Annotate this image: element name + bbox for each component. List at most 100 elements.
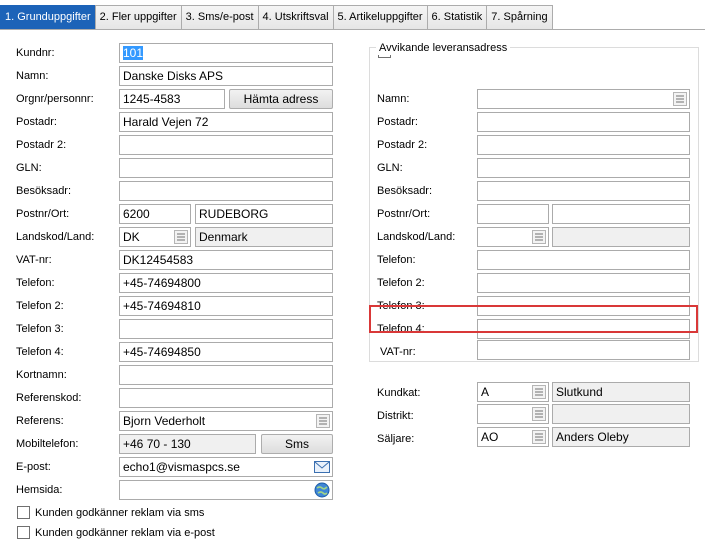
distrikt-input[interactable]	[477, 404, 549, 424]
tab-grunduppgifter[interactable]: 1. Grunduppgifter	[0, 5, 96, 29]
orgnr-input[interactable]: 1245-4583	[119, 89, 225, 109]
postadr-input[interactable]: Harald Vejen 72	[119, 112, 333, 132]
kortnamn-input[interactable]	[119, 365, 333, 385]
list-icon[interactable]	[532, 385, 546, 399]
delivery-namn-input[interactable]	[477, 89, 690, 109]
mobiltelefon-label: Mobiltelefon:	[16, 438, 79, 450]
reklam-epost-label: Kunden godkänner reklam via e-post	[35, 527, 215, 539]
sms-button[interactable]: Sms	[261, 434, 333, 454]
tab-statistik[interactable]: 6. Statistik	[426, 5, 488, 29]
delivery-namn-label: Namn:	[377, 93, 410, 105]
telefon2-label: Telefon 2:	[16, 300, 64, 312]
tab-bar: 1. Grunduppgifter 2. Fler uppgifter 3. S…	[0, 5, 553, 29]
list-icon[interactable]	[532, 430, 546, 444]
delivery-vatnr-label: VAT-nr:	[380, 346, 416, 358]
land-input: Denmark	[195, 227, 333, 247]
telefon-label: Telefon:	[16, 277, 55, 289]
tab-sms-epost[interactable]: 3. Sms/e-post	[180, 5, 259, 29]
landskod-input[interactable]: DK	[119, 227, 191, 247]
mobiltelefon-input[interactable]: +46 70 - 130	[119, 434, 256, 454]
delivery-postnr-input[interactable]	[477, 204, 549, 224]
referenskod-input[interactable]	[119, 388, 333, 408]
delivery-telefon2-input[interactable]	[477, 273, 690, 293]
landskod-label: Landskod/Land:	[16, 231, 95, 243]
tab-fler-uppgifter[interactable]: 2. Fler uppgifter	[94, 5, 182, 29]
tab-artikeluppgifter[interactable]: 5. Artikeluppgifter	[332, 5, 428, 29]
delivery-telefon-input[interactable]	[477, 250, 690, 270]
delivery-telefon-label: Telefon:	[377, 254, 416, 266]
list-icon[interactable]	[673, 92, 687, 106]
besoksadr-label: Besöksadr:	[16, 185, 72, 197]
delivery-land-input	[552, 227, 690, 247]
delivery-telefon2-label: Telefon 2:	[377, 277, 425, 289]
landskod-value: DK	[123, 230, 140, 244]
telefon2-input[interactable]: +45-74694810	[119, 296, 333, 316]
epost-input[interactable]: echo1@vismaspcs.se	[119, 457, 333, 477]
telefon4-input[interactable]: +45-74694850	[119, 342, 333, 362]
epost-label: E-post:	[16, 461, 51, 473]
postnr-input[interactable]: 6200	[119, 204, 191, 224]
delivery-landskod-label: Landskod/Land:	[377, 231, 456, 243]
list-icon[interactable]	[532, 407, 546, 421]
reklam-epost-checkbox[interactable]	[17, 526, 30, 539]
saljare-name: Anders Oleby	[552, 427, 690, 447]
delivery-postadr2-input[interactable]	[477, 135, 690, 155]
referens-value: Bjorn Vederholt	[123, 414, 206, 428]
list-icon[interactable]	[174, 230, 188, 244]
postnr-ort-label: Postnr/Ort:	[16, 208, 70, 220]
ort-input[interactable]: RUDEBORG	[195, 204, 333, 224]
kortnamn-label: Kortnamn:	[16, 369, 67, 381]
list-icon[interactable]	[316, 414, 330, 428]
vatnr-input[interactable]: DK12454583	[119, 250, 333, 270]
list-icon[interactable]	[532, 230, 546, 244]
kundkat-label: Kundkat:	[377, 387, 421, 399]
delivery-gln-label: GLN:	[377, 162, 403, 174]
distrikt-name	[552, 404, 690, 424]
reklam-sms-checkbox[interactable]	[17, 506, 30, 519]
telefon3-input[interactable]	[119, 319, 333, 339]
delivery-postnr-ort-label: Postnr/Ort:	[377, 208, 431, 220]
kundkat-value: A	[481, 385, 490, 399]
besoksadr-input[interactable]	[119, 181, 333, 201]
hemsida-input[interactable]	[119, 480, 333, 500]
kundkat-input[interactable]: A	[477, 382, 549, 402]
kundkat-name: Slutkund	[552, 382, 690, 402]
hamta-adress-button[interactable]: Hämta adress	[229, 89, 333, 109]
kundnr-value: 101	[123, 46, 144, 60]
delivery-address-title: Avvikande leveransadress	[376, 41, 511, 55]
delivery-besoksadr-input[interactable]	[477, 181, 690, 201]
mail-icon[interactable]	[314, 460, 330, 474]
delivery-landskod-input[interactable]	[477, 227, 549, 247]
reklam-sms-label: Kunden godkänner reklam via sms	[35, 507, 205, 519]
delivery-ort-input[interactable]	[552, 204, 690, 224]
telefon-input[interactable]: +45-74694800	[119, 273, 333, 293]
saljare-input[interactable]: AO	[477, 427, 549, 447]
tab-utskriftsval[interactable]: 4. Utskriftsval	[257, 5, 334, 29]
delivery-vatnr-input[interactable]	[477, 340, 690, 360]
vatnr-label: VAT-nr:	[16, 254, 52, 266]
delivery-postadr2-label: Postadr 2:	[377, 139, 428, 151]
telefon3-label: Telefon 3:	[16, 323, 64, 335]
delivery-besoksadr-label: Besöksadr:	[377, 185, 433, 197]
postadr-label: Postadr:	[16, 116, 57, 128]
kundnr-input[interactable]: 101	[119, 43, 333, 63]
vatnr-highlight-box	[369, 305, 698, 333]
distrikt-label: Distrikt:	[377, 410, 414, 422]
saljare-value: AO	[481, 430, 499, 444]
referens-input[interactable]: Bjorn Vederholt	[119, 411, 333, 431]
delivery-gln-input[interactable]	[477, 158, 690, 178]
epost-value: echo1@vismaspcs.se	[123, 460, 240, 474]
postadr2-input[interactable]	[119, 135, 333, 155]
referenskod-label: Referenskod:	[16, 392, 82, 404]
delivery-postadr-label: Postadr:	[377, 116, 418, 128]
globe-icon[interactable]	[314, 482, 330, 498]
saljare-label: Säljare:	[377, 433, 415, 445]
gln-input[interactable]	[119, 158, 333, 178]
namn-input[interactable]: Danske Disks APS	[119, 66, 333, 86]
referens-label: Referens:	[16, 415, 64, 427]
delivery-postadr-input[interactable]	[477, 112, 690, 132]
tab-sparning[interactable]: 7. Spårning	[486, 5, 553, 29]
gln-label: GLN:	[16, 162, 42, 174]
hemsida-label: Hemsida:	[16, 484, 63, 496]
kundnr-label: Kundnr:	[16, 47, 55, 59]
